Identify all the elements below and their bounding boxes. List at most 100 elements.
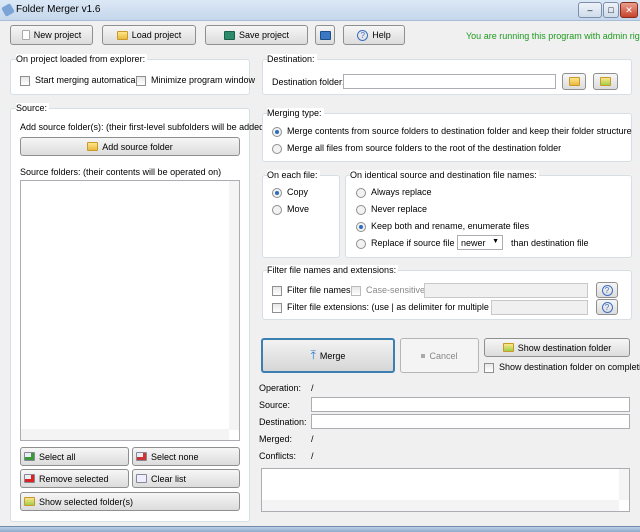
than-destination-label: than destination file (511, 238, 589, 248)
filter-extensions-checkbox[interactable]: Filter file extensions: (use | as delimi… (272, 302, 521, 313)
cancel-label: Cancel (429, 350, 458, 361)
move-radio[interactable]: Move (272, 204, 309, 215)
source-status-label: Source: (259, 400, 291, 410)
help-icon: ? (357, 29, 369, 41)
save-project-button[interactable]: Save project (205, 25, 308, 45)
radio-dot (272, 143, 282, 154)
source-folders-list[interactable] (20, 180, 240, 441)
folder-check-icon (600, 77, 611, 86)
taskbar-strip (0, 526, 640, 532)
checkbox-box (272, 285, 282, 296)
add-source-label: Add source folder (102, 141, 173, 152)
help-icon: ? (601, 301, 613, 313)
copy-label: Copy (287, 187, 309, 197)
clear-list-button[interactable]: Clear list (132, 469, 240, 488)
keep-structure-label: Merge contents from source folders to de… (287, 126, 632, 136)
case-sensitive-label: Case-sensitive (366, 285, 426, 295)
checkbox-box (484, 362, 494, 373)
always-replace-radio[interactable]: Always replace (356, 187, 432, 198)
radio-dot (356, 221, 366, 232)
load-project-button[interactable]: Load project (102, 25, 196, 45)
copy-radio[interactable]: Copy (272, 187, 308, 198)
show-on-completion-label: Show destination folder on completion (499, 362, 640, 372)
merging-type-legend: Merging type: (267, 108, 324, 118)
help-icon: ? (601, 284, 613, 296)
minimize-window-checkbox[interactable]: Minimize program window (136, 75, 255, 86)
new-project-button[interactable]: New project (10, 25, 93, 45)
radio-dot (272, 204, 282, 215)
source-list-hscrollbar[interactable] (21, 429, 229, 440)
merging-type-group (262, 113, 632, 162)
add-source-folder-button[interactable]: Add source folder (20, 137, 240, 156)
save-icon (223, 30, 235, 40)
start-merging-checkbox[interactable]: Start merging automatically (20, 75, 144, 86)
close-button[interactable]: ✕ (620, 2, 638, 18)
admin-notice: You are running this program with admin … (466, 31, 640, 41)
merge-to-root-radio[interactable]: Merge all files from source folders to t… (272, 143, 561, 154)
show-selected-label: Show selected folder(s) (39, 496, 134, 507)
remove-selected-button[interactable]: Remove selected (20, 469, 129, 488)
condition-dropdown[interactable]: newer ▼ (457, 235, 503, 250)
show-destination-label: Show destination folder (517, 342, 612, 353)
case-sensitive-checkbox[interactable]: Case-sensitive (351, 285, 425, 296)
never-replace-radio[interactable]: Never replace (356, 204, 427, 215)
select-none-button[interactable]: Select none (132, 447, 240, 466)
radio-dot (272, 187, 282, 198)
filter-extensions-label: Filter file extensions: (use | as delimi… (287, 302, 522, 312)
show-selected-folders-button[interactable]: Show selected folder(s) (20, 492, 240, 511)
project-loaded-legend: On project loaded from explorer: (16, 54, 148, 64)
keep-both-radio[interactable]: Keep both and rename, enumerate files (356, 221, 529, 232)
maximize-button[interactable]: □ (603, 2, 619, 18)
help-label: Help (372, 30, 391, 40)
filter-extensions-input[interactable] (491, 300, 588, 315)
new-file-icon (21, 30, 30, 40)
operation-label: Operation: (259, 383, 302, 393)
show-destination-folder-button[interactable]: Show destination folder (484, 338, 630, 357)
cancel-button[interactable]: Cancel (400, 338, 479, 373)
clear-list-label: Clear list (151, 473, 187, 484)
source-folders-label: Source folders: (their contents will be … (20, 167, 222, 177)
destination-status-field (311, 414, 630, 429)
source-list-vscrollbar[interactable] (229, 181, 239, 430)
window-title: Folder Merger v1.6 (16, 4, 101, 15)
filter-names-help-button[interactable]: ? (596, 282, 618, 298)
identical-names-legend: On identical source and destination file… (350, 170, 539, 180)
folder-icon (568, 77, 580, 86)
checkbox-box (20, 75, 30, 86)
operation-value: / (311, 383, 314, 393)
conflicts-value: / (311, 451, 314, 461)
filter-extensions-help-button[interactable]: ? (596, 299, 618, 315)
destination-folder-input[interactable] (343, 74, 556, 89)
help-button[interactable]: ? Help (343, 25, 405, 45)
load-project-label: Load project (131, 30, 182, 40)
select-none-label: Select none (151, 451, 199, 462)
radio-dot (356, 187, 366, 198)
merge-button[interactable]: ⤒ Merge (261, 338, 395, 373)
browse-destination-button[interactable] (562, 73, 586, 90)
filter-names-input[interactable] (424, 283, 588, 298)
select-all-button[interactable]: Select all (20, 447, 129, 466)
folder-add-icon (87, 142, 99, 151)
minimize-button[interactable]: – (578, 2, 602, 18)
select-all-label: Select all (39, 451, 76, 462)
checkbox-box (351, 285, 361, 296)
log-hscrollbar[interactable] (262, 500, 619, 511)
title-bar: Folder Merger v1.6 – □ ✕ (0, 0, 640, 21)
keep-structure-radio[interactable]: Merge contents from source folders to de… (272, 126, 632, 137)
remove-icon (24, 474, 35, 483)
save-as-button[interactable] (315, 25, 335, 45)
destination-legend: Destination: (267, 54, 317, 64)
never-replace-label: Never replace (371, 204, 428, 214)
log-vscrollbar[interactable] (619, 469, 629, 500)
minimize-window-label: Minimize program window (151, 75, 256, 85)
conflicts-label: Conflicts: (259, 451, 297, 461)
select-none-icon (136, 452, 147, 461)
show-on-completion-checkbox[interactable]: Show destination folder on completion (484, 362, 640, 373)
folder-open-icon (116, 30, 128, 40)
filter-names-checkbox[interactable]: Filter file names: (272, 285, 353, 296)
stop-icon (421, 353, 426, 358)
open-destination-button[interactable] (593, 73, 618, 90)
replace-if-radio[interactable]: Replace if source file is (356, 238, 464, 249)
save-as-icon (319, 30, 331, 40)
destination-status-label: Destination: (259, 417, 307, 427)
